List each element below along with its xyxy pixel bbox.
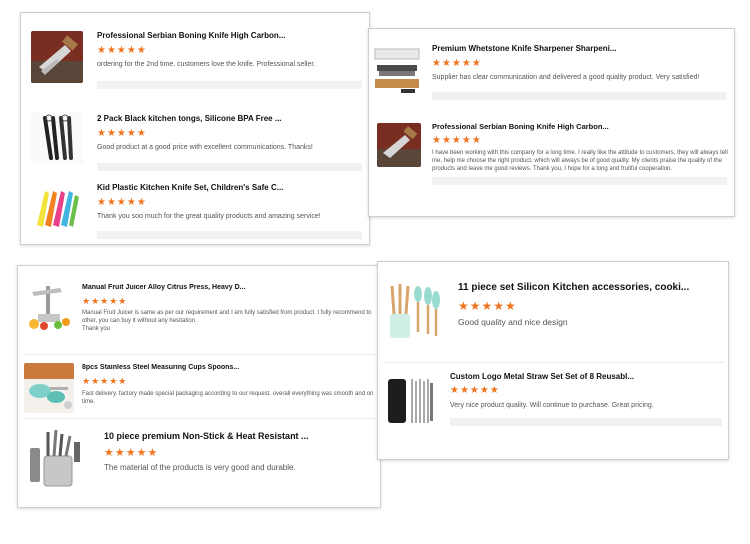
review-text: Thank you soo much for the great quality… [97,213,321,220]
review-footer-bar [97,163,362,171]
rating-stars: ★★★★★ [97,197,147,208]
product-title[interactable]: 2 Pack Black kitchen tongs, Silicone BPA… [97,114,362,123]
product-title[interactable]: 11 piece set Silicon Kitchen accessories… [458,282,723,293]
rating-stars: ★★★★★ [82,296,128,306]
product-title[interactable]: Kid Plastic Kitchen Knife Set, Children'… [97,183,362,192]
rating-stars: ★★★★★ [458,299,517,313]
rating-stars: ★★★★★ [104,447,159,459]
silicone-utensils-image[interactable] [382,280,444,342]
metal-straw-set-image[interactable] [382,373,438,429]
review-text: Fast delivery. factory made special pack… [82,391,374,406]
kid-knife-set-image[interactable] [31,181,83,233]
utensil-set-image[interactable] [26,428,88,490]
review-footer-bar [432,177,727,185]
black-tongs-image[interactable] [31,112,83,164]
review-text: The material of the products is very goo… [104,463,296,472]
rating-stars: ★★★★★ [450,385,500,396]
rating-stars: ★★★★★ [432,58,482,69]
review-text: I have been working with this company fo… [432,150,728,173]
rating-stars: ★★★★★ [97,45,147,56]
review-footer-bar [97,81,362,89]
review-card-2: Premium Whetstone Knife Sharpener Sharpe… [368,28,735,217]
product-title[interactable]: Professional Serbian Boning Knife High C… [432,122,727,131]
review-footer-bar [450,418,722,426]
review-footer-bar [97,231,362,239]
review-text: Good quality and nice design [458,317,568,327]
review-text: Very nice product quality. Will continue… [450,402,654,409]
boning-knife-image[interactable] [377,123,421,167]
review-footer-bar [432,92,727,100]
review-card-4: 11 piece set Silicon Kitchen accessories… [377,261,729,460]
whetstone-sharpener-image[interactable] [371,43,423,95]
rating-stars: ★★★★★ [97,128,147,139]
row-divider [24,418,376,419]
review-card-1: Professional Serbian Boning Knife High C… [20,12,370,245]
review-text: Good product at a good price with excell… [97,144,313,151]
product-title[interactable]: 8pcs Stainless Steel Measuring Cups Spoo… [82,364,372,371]
row-divider [24,354,376,355]
product-title[interactable]: Custom Logo Metal Straw Set Set of 8 Reu… [450,372,722,381]
rating-stars: ★★★★★ [432,135,482,146]
review-text: Supplier has clear communication and del… [432,74,700,81]
review-card-3: Manual Fruit Juicer Alloy Citrus Press, … [17,265,381,508]
product-title[interactable]: Manual Fruit Juicer Alloy Citrus Press, … [82,284,372,291]
product-title[interactable]: 10 piece premium Non-Stick & Heat Resist… [104,431,374,441]
review-text: Manual Fruit Juicer is same as per our r… [82,310,372,333]
product-title[interactable]: Professional Serbian Boning Knife High C… [97,31,362,40]
measuring-cups-image[interactable] [24,363,74,413]
review-text: ordering for the 2nd time. customers lov… [97,61,316,68]
row-divider [382,362,724,363]
boning-knife-image[interactable] [31,31,83,83]
fruit-juicer-image[interactable] [24,282,74,332]
product-title[interactable]: Premium Whetstone Knife Sharpener Sharpe… [432,44,727,53]
rating-stars: ★★★★★ [82,376,128,386]
